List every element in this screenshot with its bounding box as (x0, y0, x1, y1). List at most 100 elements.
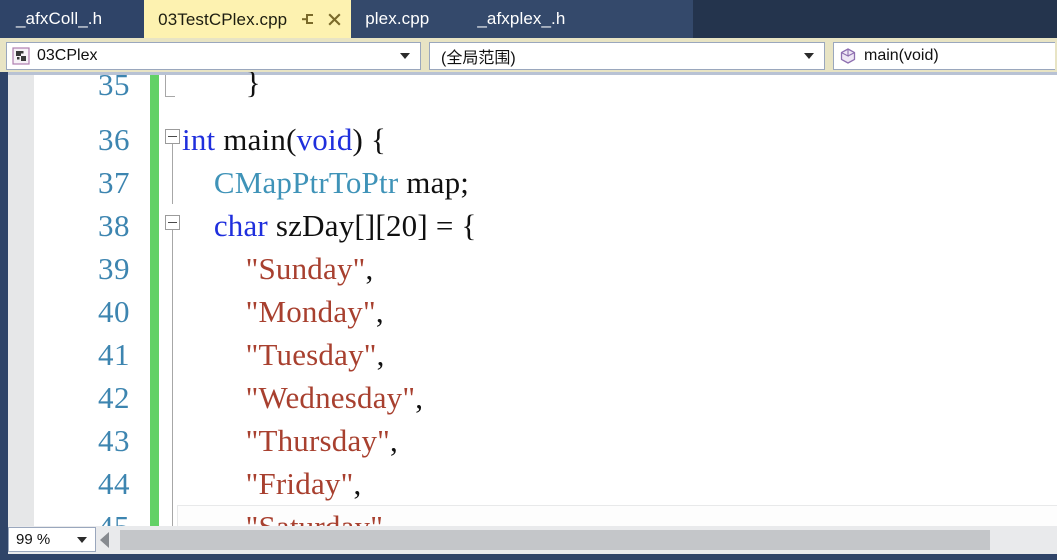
code-line-text[interactable]: } (182, 72, 261, 104)
code-line[interactable]: 43 "Thursday", (34, 419, 1057, 462)
code-token-plain: , (365, 251, 374, 286)
code-line-text[interactable]: char szDay[][20] = { (182, 204, 477, 247)
pin-icon[interactable] (300, 11, 317, 28)
project-dropdown-value: 03CPlex (37, 47, 98, 64)
code-line[interactable]: 35 } (34, 72, 1057, 118)
collapse-minus-icon[interactable] (165, 129, 180, 144)
code-line-inner: 45 "Saturday" (34, 505, 1057, 526)
line-number: 35 (98, 72, 130, 102)
code-line[interactable]: 42 "Wednesday", (34, 376, 1057, 419)
editor-tab[interactable]: _afxplex_.h (463, 0, 596, 38)
horizontal-scrollbar-thumb[interactable] (120, 530, 990, 550)
outlining-end-bracket-icon (165, 75, 175, 97)
close-icon[interactable] (326, 11, 343, 28)
outlining-glyph-column[interactable] (162, 204, 184, 247)
code-token-str: "Sunday" (245, 251, 366, 286)
visual-studio-editor-window: _afxColl_.h 03TestCPlex.cpp plex.cpp _afxpl… (0, 0, 1057, 560)
code-line[interactable]: 39 "Sunday", (34, 247, 1057, 290)
outlining-glyph-column[interactable] (162, 118, 184, 161)
project-dropdown[interactable]: 03CPlex (6, 42, 421, 70)
chevron-down-icon[interactable] (77, 536, 87, 543)
outlining-glyph-column[interactable] (162, 290, 184, 333)
code-line-text[interactable]: "Monday", (182, 290, 384, 333)
outlining-glyph-column[interactable] (162, 333, 184, 376)
code-line[interactable]: 37 CMapPtrToPtr map; (34, 161, 1057, 204)
change-indicator-bar (150, 419, 159, 462)
line-number: 42 (98, 380, 130, 415)
outlining-vertical-line (172, 290, 173, 333)
collapse-minus-icon[interactable] (165, 215, 180, 230)
outlining-glyph-column[interactable] (162, 505, 184, 526)
code-token-str: "Wednesday" (245, 380, 416, 415)
zoom-level-value: 99 % (16, 531, 51, 548)
code-line[interactable]: 38 char szDay[][20] = { (34, 204, 1057, 247)
code-line-inner: 35 } (34, 72, 1057, 118)
code-token-str: "Saturday" (246, 509, 384, 526)
code-editor-surface[interactable]: 35 } 36 int main(void) {37 CMapPtrToPtr ma… (0, 72, 1057, 526)
outlining-glyph-column[interactable] (162, 75, 184, 118)
code-line-text[interactable]: "Wednesday", (182, 376, 423, 419)
code-line-text[interactable]: "Thursday", (182, 419, 398, 462)
line-number: 40 (98, 294, 130, 329)
outlining-vertical-line (172, 333, 173, 376)
code-token-plain: } (182, 72, 261, 100)
line-number: 38 (98, 208, 130, 243)
outlining-glyph-column[interactable] (162, 419, 184, 462)
code-line[interactable]: 36 int main(void) { (34, 118, 1057, 161)
outlining-glyph-column[interactable] (162, 247, 184, 290)
code-lines-container[interactable]: 35 } 36 int main(void) {37 CMapPtrToPtr ma… (34, 72, 1057, 526)
status-bar-left-edge (0, 526, 8, 554)
outlining-glyph-column[interactable] (162, 376, 184, 419)
scope-dropdown[interactable]: (全局范围) (429, 42, 825, 70)
code-line[interactable]: 40 "Monday", (34, 290, 1057, 333)
outlining-vertical-line (172, 376, 173, 419)
outlining-vertical-line (172, 161, 173, 204)
editor-tab-active[interactable]: 03TestCPlex.cpp (144, 0, 352, 38)
code-line[interactable]: 44 "Friday", (34, 462, 1057, 505)
line-number: 37 (98, 165, 130, 200)
tab-action-icons (300, 11, 343, 28)
change-indicator-bar (150, 333, 159, 376)
editor-tab[interactable]: _afxColl_.h (0, 0, 145, 38)
code-line[interactable]: 45 "Saturday" (34, 505, 1057, 526)
code-line-text[interactable]: CMapPtrToPtr map; (182, 161, 469, 204)
chevron-down-icon[interactable] (804, 53, 814, 59)
line-number: 43 (98, 423, 130, 458)
line-number: 44 (98, 466, 130, 501)
code-token-plain: main (215, 122, 287, 157)
tab-list: _afxColl_.h 03TestCPlex.cpp plex.cpp _afxpl… (0, 0, 596, 38)
code-line-text[interactable]: int main(void) { (182, 118, 386, 161)
change-indicator-bar (150, 462, 159, 505)
code-token-plain: , (390, 423, 398, 458)
code-line-text[interactable]: "Tuesday", (182, 333, 385, 376)
change-indicator-bar (150, 204, 159, 247)
editor-left-edge (0, 72, 8, 526)
editor-tab[interactable]: plex.cpp (351, 0, 464, 38)
breakpoint-margin[interactable] (8, 75, 34, 526)
code-line-inner: 42 "Wednesday", (34, 376, 1057, 419)
code-line-inner: 40 "Monday", (34, 290, 1057, 333)
change-indicator-bar (150, 161, 159, 204)
code-line[interactable]: 41 "Tuesday", (34, 333, 1057, 376)
code-token-plain: , (376, 337, 385, 372)
scope-dropdown-value: (全局范围) (441, 50, 516, 67)
code-line-text[interactable]: "Sunday", (182, 247, 374, 290)
code-line-text[interactable]: "Saturday" (182, 505, 383, 526)
outlining-glyph-column[interactable] (162, 462, 184, 505)
code-token-plain: , (375, 294, 384, 329)
code-line-text[interactable]: "Friday", (182, 462, 362, 505)
horizontal-scrollbar[interactable] (96, 526, 1057, 554)
code-token-kw: void (296, 122, 353, 157)
zoom-level-dropdown[interactable]: 99 % (8, 527, 96, 552)
code-token-str: "Monday" (245, 294, 376, 329)
chevron-down-icon[interactable] (400, 53, 410, 59)
change-indicator-bar (150, 505, 159, 526)
member-dropdown[interactable]: main(void) (833, 42, 1055, 70)
scroll-left-arrow-icon[interactable] (100, 532, 109, 548)
outlining-glyph-column[interactable] (162, 161, 184, 204)
